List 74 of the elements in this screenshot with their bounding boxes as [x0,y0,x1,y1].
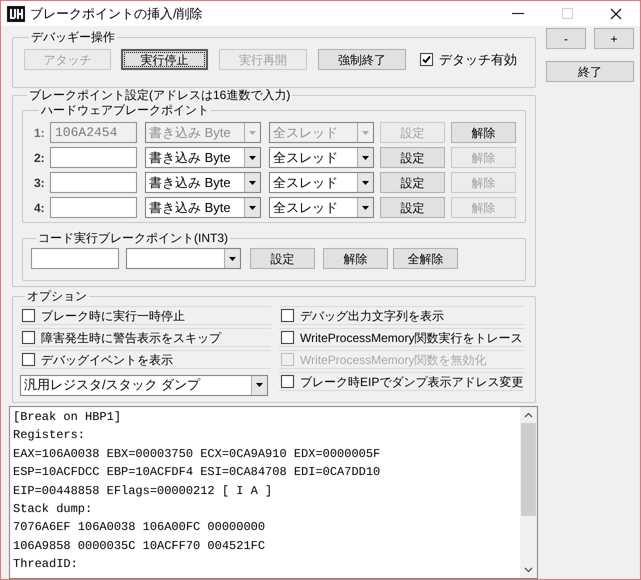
log-line: [Break on HBP1] [13,409,122,426]
button[interactable]: 解除 [323,248,388,269]
checkbox[interactable] [420,53,433,66]
dropdown-arrow-icon [249,180,256,184]
dropdown[interactable]: 書き込み Byte [145,197,261,218]
button[interactable]: - [546,28,586,49]
address-field[interactable] [50,172,137,193]
checkbox-label: 障害発生時に警告表示をスキップ [41,330,221,346]
minimize-icon[interactable] [512,12,524,14]
dropdown-arrow-icon [256,383,263,387]
checkbox-label: デタッチ有効 [439,50,517,69]
log-line: 7076A6EF 106A0038 106A00FC 00000000 [13,519,266,536]
dropdown-arrow-icon [362,130,369,134]
row-number: 2: [34,150,46,166]
dropdown-arrow-icon [229,256,236,260]
log-line: ThreadID: [13,556,79,574]
app-icon [7,6,25,22]
checkbox-label: ブレーク時に実行一時停止 [41,308,185,324]
checkbox[interactable] [22,309,35,322]
button[interactable]: 強制終了 [318,49,406,70]
button[interactable]: 実行停止 [121,49,208,70]
group-title: コード実行ブレークポイント(INT3) [37,232,229,245]
checkbox[interactable] [281,309,294,322]
button[interactable]: 設定 [250,248,315,269]
checkbox-label: デバッグイベントを表示 [41,352,173,368]
scrollbar-thumb[interactable] [521,423,536,516]
button[interactable]: 全解除 [393,248,458,269]
button[interactable]: 設定 [380,147,445,168]
group-title: ハードウェアブレークポイント [40,104,210,117]
checkbox[interactable] [281,375,294,388]
dropdown-arrow-icon [362,156,369,160]
dropdown[interactable]: 汎用レジスタ/スタック ダンプ [20,374,268,396]
address-field[interactable] [31,248,119,269]
address-field[interactable] [50,147,137,168]
log-line: Stack dump: [13,501,94,518]
window-title: ブレークポイントの挿入/削除 [30,4,203,23]
log-line: Registers: [13,427,86,444]
group-title: ブレークポイント設定(アドレスは16進数で入力) [28,89,292,102]
checkbox-label: WriteProcessMemory関数を無効化 [300,352,486,368]
row-number: 3: [34,174,46,192]
checkbox[interactable] [22,331,35,344]
checkbox[interactable] [281,331,294,344]
dropdown[interactable]: 書き込み Byte [145,172,261,193]
dropdown-arrow-icon [249,156,256,160]
dropdown-arrow-icon [249,130,256,134]
group-title: オプション [26,290,88,303]
row-number: 4: [34,200,46,216]
address-field[interactable] [50,197,137,218]
scroll-up-icon[interactable] [524,412,533,418]
group-title: デバッギー操作 [30,31,116,44]
button[interactable]: 設定 [380,197,445,218]
checkbox-label: デバッグ出力文字列を表示 [300,308,444,324]
log-line: ESP=10ACFDCC EBP=10ACFDF4 ESI=0CA84708 EDI=0CA7DD10 [13,464,382,482]
log-line: 106A9858 0000035C 10ACFF70 004521FC [13,538,266,555]
scrollbar[interactable] [520,407,537,578]
dropdown[interactable]: 全スレッド [269,147,374,168]
dropdown[interactable]: 全スレッド [269,197,374,218]
button[interactable]: + [594,28,634,49]
checkbox-label: ブレーク時EIPでダンプ表示アドレス変更 [300,374,524,390]
log-line: EIP=00448858 EFlags=00000212 [ I A ] [13,482,274,500]
dropdown-arrow-icon [249,206,256,210]
row-number: 1: [34,124,46,142]
scroll-down-icon[interactable] [524,567,533,573]
dropdown[interactable] [126,248,241,269]
log-line: EAX=106A0038 EBX=00003750 ECX=0CA9A910 EDX=0000005F [13,446,382,463]
dropdown-arrow-icon [362,180,369,184]
button[interactable]: 設定 [380,172,445,193]
dropdown-arrow-icon [362,206,369,210]
close-icon[interactable] [610,8,622,20]
dropdown[interactable]: 全スレッド [269,172,374,193]
dropdown[interactable]: 書き込み Byte [145,147,261,168]
checkbox[interactable] [22,353,35,366]
button[interactable]: 終了 [546,61,634,82]
checkbox-label: WriteProcessMemory関数実行をトレース [300,330,522,346]
